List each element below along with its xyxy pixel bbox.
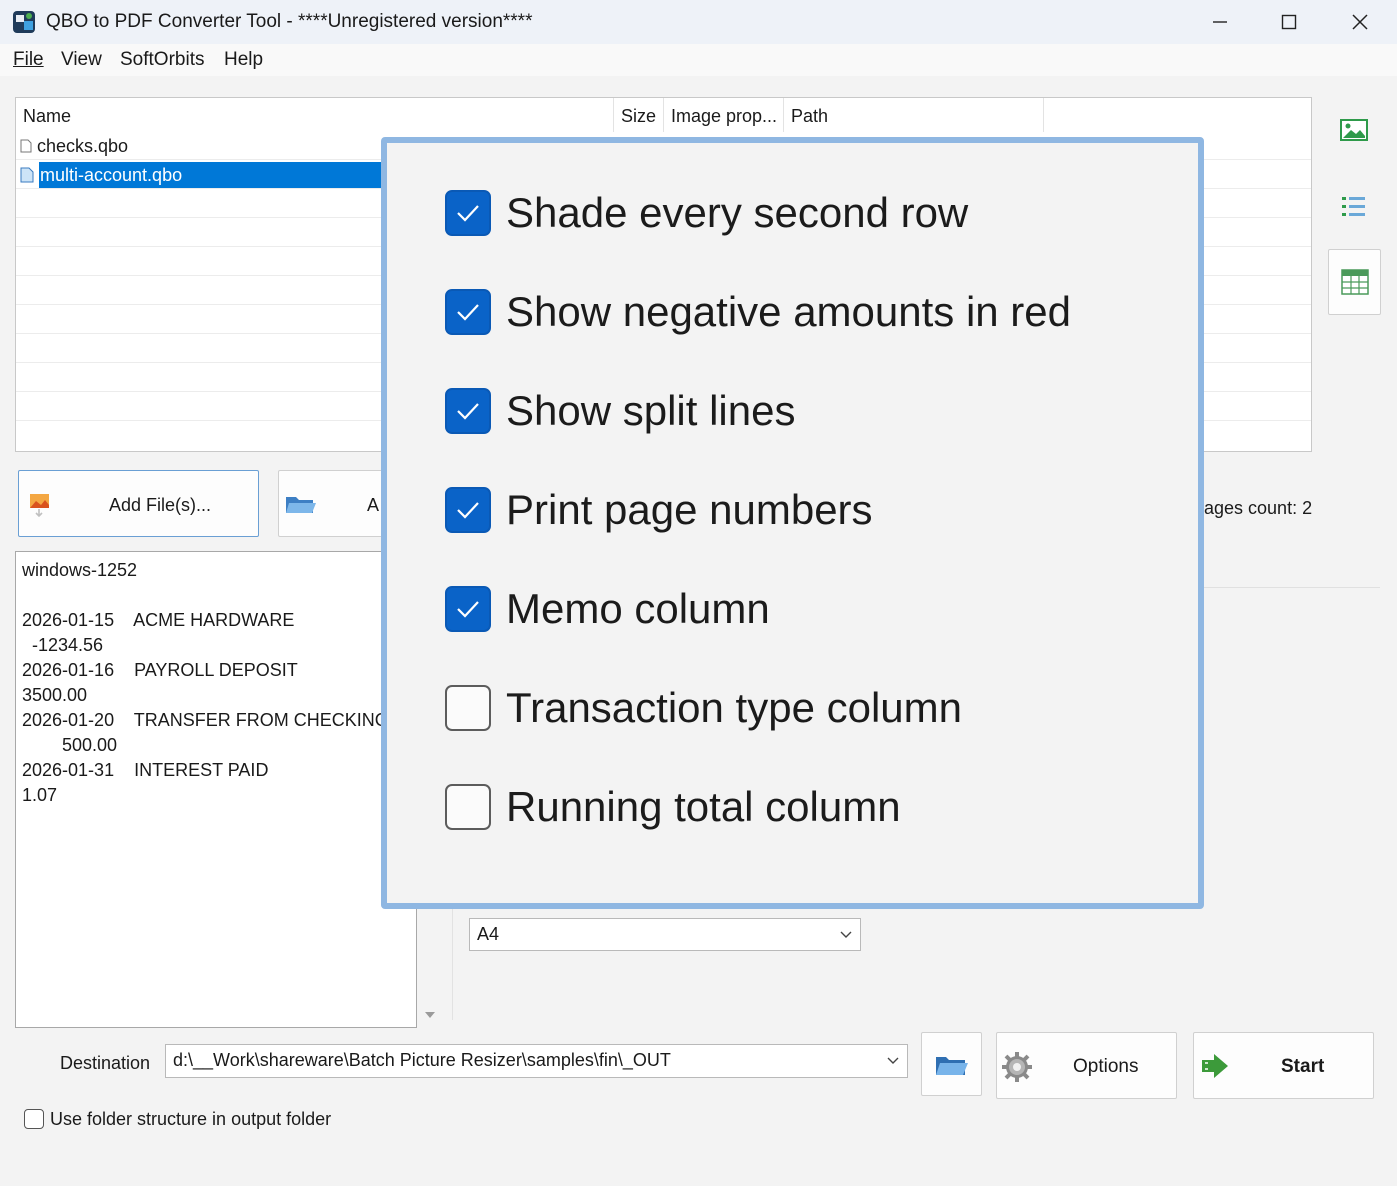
option-shade-rows[interactable]: Shade every second row — [445, 183, 968, 243]
window-title: QBO to PDF Converter Tool - ****Unregist… — [46, 11, 533, 32]
table-view-button[interactable] — [1328, 249, 1381, 315]
option-label: Shade every second row — [506, 189, 969, 236]
column-size[interactable]: Size — [614, 98, 664, 132]
checkbox-checked[interactable] — [445, 289, 491, 335]
menu-file[interactable]: File — [13, 49, 44, 71]
option-memo-column[interactable]: Memo column — [445, 579, 770, 639]
maximize-button[interactable] — [1255, 0, 1323, 44]
folder-icon — [286, 497, 316, 513]
chevron-down-icon — [887, 1057, 899, 1064]
browse-folder-button[interactable] — [921, 1032, 982, 1096]
file-row[interactable]: checks.qbo — [20, 133, 420, 159]
use-folder-structure-checkbox[interactable] — [24, 1109, 44, 1129]
document-icon — [20, 139, 32, 153]
start-button[interactable]: Start — [1193, 1032, 1374, 1099]
chevron-down-icon — [840, 931, 852, 938]
checkbox-unchecked[interactable] — [445, 685, 491, 731]
column-name[interactable]: Name — [16, 98, 614, 132]
options-label: Options — [1073, 1056, 1139, 1077]
file-name: checks.qbo — [37, 136, 129, 156]
image-view-button[interactable] — [1328, 98, 1380, 162]
checkmark-icon — [457, 502, 479, 519]
maximize-icon — [1281, 14, 1297, 30]
checkbox-checked[interactable] — [445, 388, 491, 434]
option-label: Print page numbers — [506, 486, 873, 533]
destination-label: Destination — [60, 1053, 151, 1073]
option-label: Show split lines — [506, 387, 796, 434]
add-image-icon — [30, 494, 49, 517]
option-page-numbers[interactable]: Print page numbers — [445, 480, 873, 540]
minimize-button[interactable] — [1186, 0, 1254, 44]
image-view-icon — [1340, 119, 1368, 141]
images-count: ages count: 2 — [1204, 498, 1313, 518]
table-view-icon — [1340, 269, 1369, 295]
options-button[interactable]: Options — [996, 1032, 1177, 1099]
preview-content: windows-1252 2026-01-15 ACME HARDWARE -1… — [22, 560, 389, 805]
menu-softorbits[interactable]: SoftOrbits — [120, 49, 204, 71]
option-label: Running total column — [506, 783, 901, 830]
checkbox-checked[interactable] — [445, 487, 491, 533]
checkmark-icon — [457, 205, 479, 222]
destination-value: d:\__Work\shareware\Batch Picture Resize… — [173, 1050, 671, 1070]
column-image-props[interactable]: Image prop... — [664, 98, 784, 132]
app-icon — [12, 10, 36, 34]
option-label: Transaction type column — [506, 684, 962, 731]
menu-view[interactable]: View — [61, 49, 102, 71]
add-folder-button[interactable]: A — [278, 470, 398, 537]
checkbox-checked[interactable] — [445, 190, 491, 236]
close-icon — [1352, 14, 1368, 30]
minimize-icon — [1213, 21, 1227, 23]
list-view-icon — [1342, 197, 1365, 216]
option-label: Memo column — [506, 585, 770, 632]
start-arrow-icon — [1202, 1054, 1228, 1078]
start-label: Start — [1281, 1056, 1325, 1077]
menu-help[interactable]: Help — [224, 49, 263, 71]
text-preview[interactable]: windows-1252 2026-01-15 ACME HARDWARE -1… — [15, 551, 417, 1028]
use-folder-structure-label: Use folder structure in output folder — [50, 1109, 332, 1129]
checkbox-unchecked[interactable] — [445, 784, 491, 830]
divider — [452, 905, 453, 1020]
option-negative-red[interactable]: Show negative amounts in red — [445, 282, 1071, 342]
divider — [1204, 587, 1380, 588]
add-files-button[interactable]: Add File(s)... — [18, 470, 259, 537]
checkmark-icon — [457, 304, 479, 321]
destination-input[interactable]: d:\__Work\shareware\Batch Picture Resize… — [165, 1044, 908, 1078]
option-split-lines[interactable]: Show split lines — [445, 381, 795, 441]
page-size-value: A4 — [477, 924, 500, 944]
checkbox-checked[interactable] — [445, 586, 491, 632]
option-label: Show negative amounts in red — [506, 288, 1072, 335]
option-running-total[interactable]: Running total column — [445, 777, 901, 837]
folder-icon — [936, 1057, 968, 1075]
add-files-label: Add File(s)... — [109, 495, 212, 515]
close-button[interactable] — [1326, 0, 1394, 44]
scroll-down-icon[interactable] — [424, 1010, 436, 1020]
file-row-selected[interactable]: multi-account.qbo — [20, 162, 420, 188]
column-path[interactable]: Path — [784, 98, 1044, 132]
checkmark-icon — [457, 403, 479, 420]
checkmark-icon — [457, 601, 479, 618]
page-size-select[interactable]: A4 — [469, 918, 861, 951]
option-transaction-type[interactable]: Transaction type column — [445, 678, 962, 738]
options-popup: Shade every second row Show negative amo… — [381, 137, 1204, 909]
document-icon — [20, 167, 34, 183]
menu-bar — [0, 44, 1397, 76]
add-folder-label: A — [367, 495, 380, 515]
list-view-button[interactable] — [1328, 174, 1380, 238]
file-name: multi-account.qbo — [39, 162, 393, 188]
gear-icon — [1002, 1052, 1032, 1082]
